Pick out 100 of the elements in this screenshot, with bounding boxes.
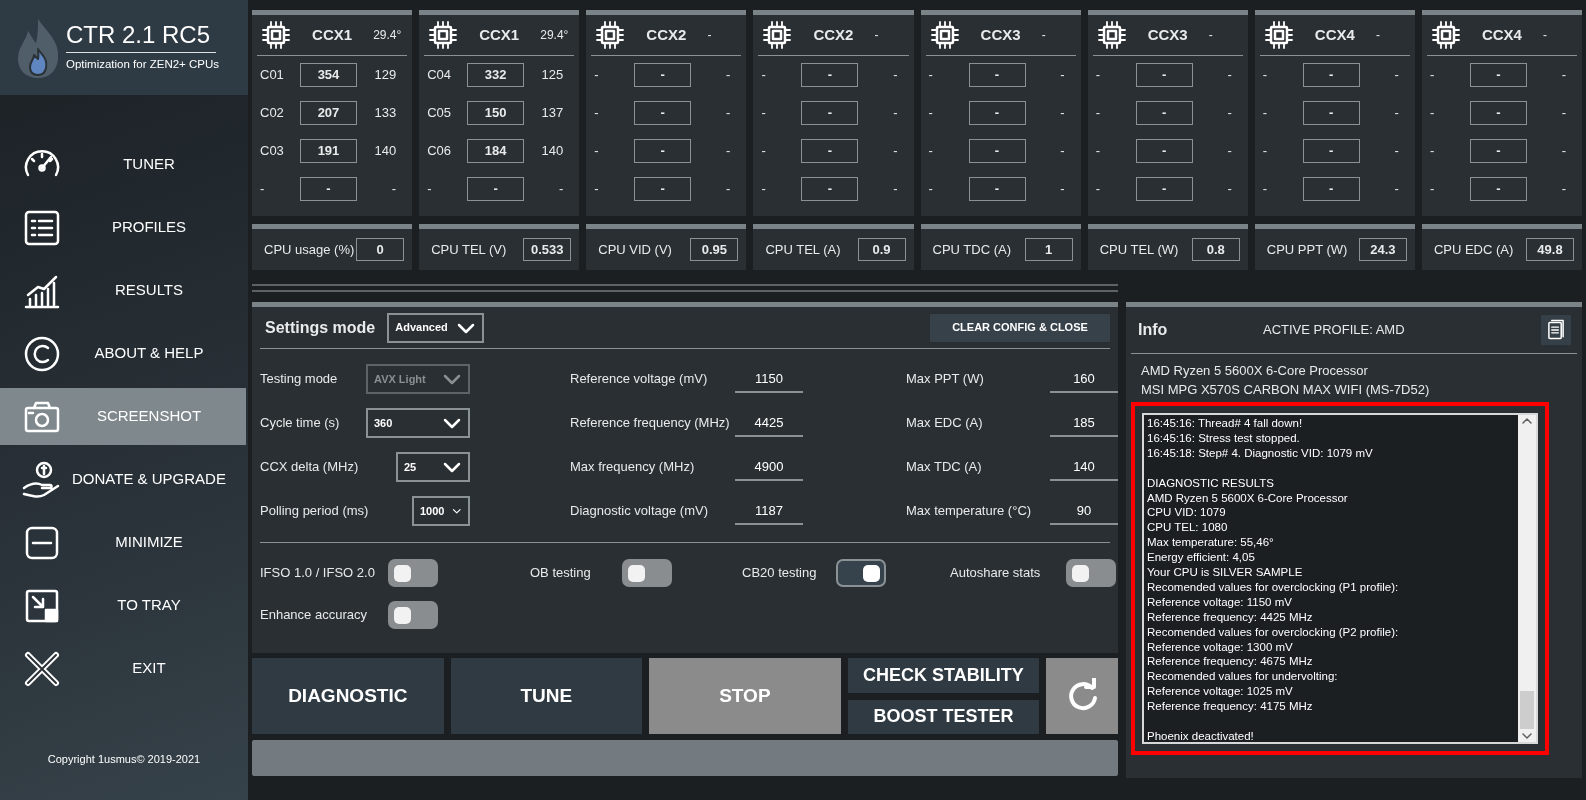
log-line: 16:45:16: Thread# 4 fall down!: [1147, 416, 1304, 431]
action-button[interactable]: BOOST TESTER: [847, 699, 1040, 734]
scroll-up-icon: [1522, 418, 1532, 424]
scrollbar[interactable]: [1518, 415, 1536, 742]
field-label: Max EDC (A): [906, 414, 984, 433]
toggle-switch[interactable]: [1066, 559, 1116, 587]
core-frequency: -: [725, 142, 732, 161]
chip-icon: [929, 20, 960, 50]
core-frequency: -: [1393, 142, 1400, 161]
dropdown[interactable]: 25: [396, 452, 470, 482]
board-name: MSI MPG X570S CARBON MAX WIFI (MS-7D52): [1141, 381, 1431, 399]
temperature-value: 29.4°: [373, 27, 403, 44]
core-value-field: -: [801, 101, 859, 125]
core-value-field: -: [1302, 177, 1360, 201]
core-value-field: -: [968, 63, 1026, 87]
input-field[interactable]: 140: [1050, 453, 1118, 481]
ccx-name: CCX3: [1146, 24, 1189, 45]
input-field[interactable]: 4900: [735, 453, 803, 481]
log-line: Reference frequency: 4675 MHz: [1147, 654, 1314, 670]
core-value-field: -: [634, 139, 692, 163]
core-value-field: -: [1135, 139, 1193, 163]
core-value-field: -: [1469, 177, 1527, 201]
input-field[interactable]: 1187: [735, 497, 803, 525]
input-field[interactable]: 160: [1050, 365, 1118, 393]
chip-icon: [1096, 20, 1127, 50]
core-value-field: -: [300, 177, 357, 201]
field-label: Max temperature (°C): [906, 502, 1033, 521]
sidebar-item[interactable]: TO TRAY: [0, 577, 246, 634]
chip-icon: [1263, 20, 1294, 50]
sidebar-item[interactable]: EXIT: [0, 640, 246, 697]
field-label: Reference frequency (MHz): [570, 414, 731, 433]
core-value-field: -: [634, 177, 692, 201]
temperature-value: -: [1208, 27, 1214, 44]
chip-icon: [261, 20, 291, 50]
toggle-switch[interactable]: [388, 559, 438, 587]
ccx-name: CCX2: [645, 24, 688, 45]
sensor-value-field: 0.9: [857, 238, 906, 261]
input-field[interactable]: 1150: [735, 365, 803, 393]
core-value-field: -: [1302, 139, 1360, 163]
sidebar-item[interactable]: SCREENSHOT: [0, 388, 246, 445]
core-value-field: 191: [300, 139, 357, 163]
core-label: -: [594, 142, 600, 161]
core-frequency: -: [1059, 142, 1066, 161]
log-line: Reference frequency: 4175 MHz: [1147, 699, 1314, 715]
copy-button[interactable]: [1541, 315, 1571, 345]
scrollbar-thumb[interactable]: [1520, 691, 1534, 729]
toggle-switch[interactable]: [836, 559, 886, 587]
refresh-button[interactable]: [1046, 658, 1118, 734]
core-frequency: -: [1393, 180, 1400, 199]
core-frequency: -: [1059, 180, 1066, 199]
core-label: -: [1429, 66, 1436, 85]
core-frequency: -: [892, 104, 899, 123]
sidebar-item[interactable]: RESULTS: [0, 262, 246, 319]
sensor-label: CPU VID (V): [598, 240, 672, 259]
toggle-label: Autoshare stats: [950, 564, 1042, 583]
field-label: Testing mode: [260, 370, 339, 389]
toggle-switch[interactable]: [622, 559, 672, 587]
log-line: DIAGNOSTIC RESULTS: [1147, 475, 1275, 491]
core-frequency: -: [1393, 66, 1400, 85]
core-frequency: -: [1226, 104, 1233, 123]
core-frequency: -: [725, 66, 732, 85]
chip-icon: [595, 20, 626, 50]
input-field[interactable]: 185: [1050, 409, 1118, 437]
toggle-switch[interactable]: [388, 601, 438, 629]
field-label: Max frequency (MHz): [570, 458, 696, 477]
action-button[interactable]: DIAGNOSTIC: [252, 658, 444, 734]
input-field[interactable]: 4425: [735, 409, 803, 437]
action-button[interactable]: CHECK STABILITY: [847, 658, 1040, 693]
ccx-name: CCX3: [979, 24, 1022, 45]
core-frequency: -: [1226, 66, 1233, 85]
core-value-field: -: [968, 177, 1026, 201]
dropdown[interactable]: Advanced: [387, 312, 484, 343]
core-frequency: -: [1560, 142, 1567, 161]
clipboard-icon: [1547, 319, 1565, 341]
action-button[interactable]: TUNE: [450, 658, 643, 734]
sidebar-item[interactable]: MINIMIZE: [0, 514, 246, 571]
core-value-field: -: [801, 63, 859, 87]
core-label: -: [260, 180, 266, 199]
sidebar-item[interactable]: PROFILES: [0, 199, 246, 256]
input-field[interactable]: 90: [1050, 497, 1118, 525]
core-label: -: [594, 66, 600, 85]
sidebar-item[interactable]: TUNER: [0, 136, 246, 193]
log-line: 16:45:18: Step# 4. Diagnostic VID: 1079 mV: [1147, 445, 1374, 461]
core-frequency: -: [725, 180, 732, 199]
chip-icon: [428, 20, 459, 50]
core-label: -: [1429, 180, 1436, 199]
clear-config-button[interactable]: CLEAR CONFIG & CLOSE: [930, 313, 1110, 342]
core-value-field: -: [1135, 177, 1193, 201]
core-label: -: [1095, 142, 1101, 161]
app-title: CTR 2.1 RC5: [66, 21, 216, 54]
core-value-field: 150: [467, 101, 525, 125]
dropdown[interactable]: 1000: [412, 496, 470, 526]
sensor-label: CPU EDC (A): [1433, 240, 1514, 259]
dropdown[interactable]: 360: [366, 408, 470, 438]
sensor-value-field: 0.533: [523, 238, 572, 261]
core-label: -: [1095, 104, 1101, 123]
sidebar-item[interactable]: ABOUT & HELP: [0, 325, 246, 382]
toggle-label: Enhance accuracy: [260, 606, 368, 625]
sidebar-item[interactable]: DONATE & UPGRADE: [0, 451, 246, 508]
core-label: -: [1095, 180, 1101, 199]
